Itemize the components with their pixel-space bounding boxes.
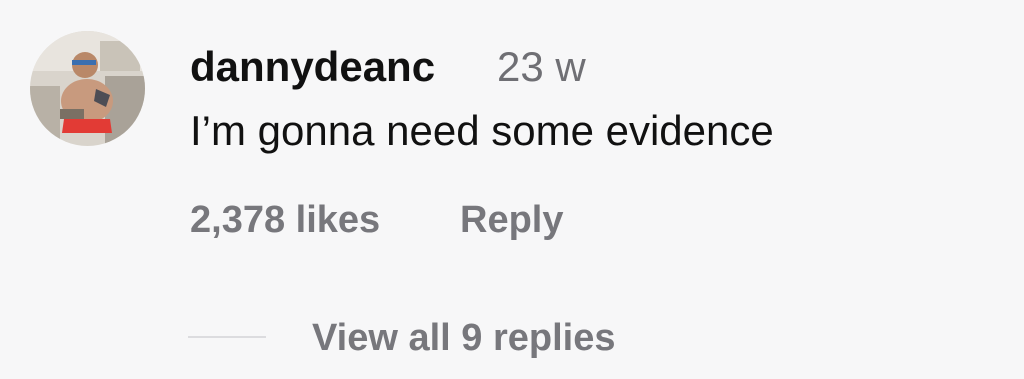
avatar-photo xyxy=(30,31,145,146)
likes-count[interactable]: 2,378 likes xyxy=(190,194,380,246)
comment-text: I’m gonna need some evidence xyxy=(190,107,774,154)
view-replies-button[interactable]: View all 9 replies xyxy=(312,313,615,363)
comment-username[interactable]: dannydeanc xyxy=(190,38,435,96)
comment-timestamp: 23 w xyxy=(497,43,586,90)
avatar[interactable] xyxy=(30,31,145,146)
reply-button[interactable]: Reply xyxy=(460,194,563,246)
replies-divider xyxy=(188,336,266,338)
